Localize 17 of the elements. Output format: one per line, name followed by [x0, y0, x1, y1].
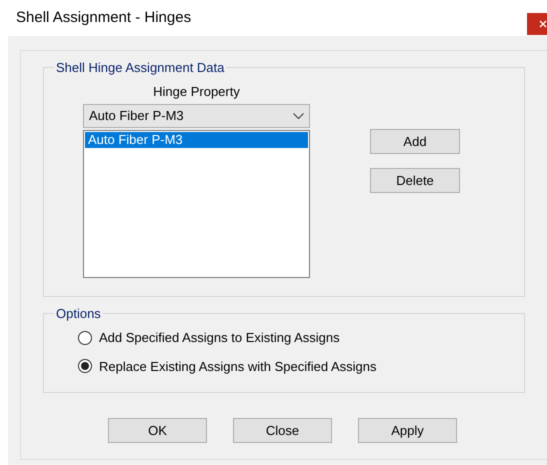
window-title: Shell Assignment - Hinges [16, 8, 192, 28]
hinge-property-dropdown[interactable]: Auto Fiber P-M3 [83, 104, 310, 128]
dialog-button[interactable]: Close [233, 418, 332, 443]
field-label: Hinge Property [152, 83, 241, 101]
dialog-button[interactable]: Delete [370, 168, 460, 193]
radio-button[interactable] [78, 330, 92, 345]
radio-button[interactable] [78, 359, 92, 374]
list-item[interactable]: Auto Fiber P-M3 [85, 132, 308, 148]
radio-label: Add Specified Assigns to Existing Assigns [99, 329, 340, 347]
close-icon [539, 20, 547, 28]
dialog-button[interactable]: OK [108, 418, 207, 443]
dialog-button[interactable]: Apply [358, 418, 457, 443]
hinge-list[interactable]: Auto Fiber P-M3 [83, 130, 310, 278]
close-button[interactable] [527, 13, 547, 35]
radio-label: Replace Existing Assigns with Specified Assigns [99, 358, 376, 376]
dialog-button[interactable]: Add [370, 129, 460, 154]
chevron-down-icon [293, 112, 304, 118]
